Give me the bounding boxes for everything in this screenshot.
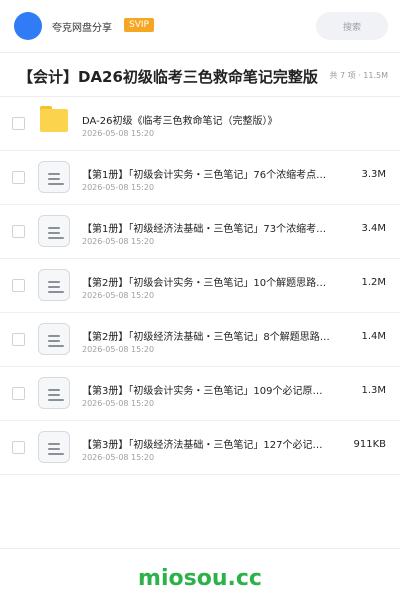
row-checkbox[interactable] [12, 171, 25, 184]
file-name: 【第3册】「初级会计实务・三色笔记」109个必记原… [82, 386, 323, 397]
document-icon [38, 377, 70, 409]
file-date: 2026-05-08 15:20 [82, 237, 155, 246]
row-checkbox[interactable] [12, 279, 25, 292]
list-item[interactable]: 【第1册】「初级会计实务・三色笔记」76个浓缩考点… 2026-05-08 15… [0, 151, 400, 205]
row-checkbox[interactable] [12, 387, 25, 400]
page-title: 【会计】DA26初级临考三色救命笔记完整版 [18, 68, 318, 86]
file-name: 【第1册】「初级经济法基础・三色笔记」73个浓缩考… [82, 224, 327, 235]
file-name: 【第2册】「初级经济法基础・三色笔记」8个解题思路… [82, 332, 330, 343]
folder-meta: 共 7 项 · 11.5M [329, 71, 388, 80]
file-date: 2026-05-08 15:20 [82, 291, 155, 300]
list-item[interactable]: 【第3册】「初级经济法基础・三色笔记」127个必记… 2026-05-08 15… [0, 421, 400, 475]
list-item[interactable]: DA-26初级《临考三色救命笔记（完整版）》 2026-05-08 15:20 [0, 97, 400, 151]
brand-watermark: miosou.cc [138, 566, 262, 591]
file-date: 2026-05-08 15:20 [82, 183, 155, 192]
file-size: 911KB [353, 439, 386, 450]
document-icon [38, 161, 70, 193]
username: 夸克网盘分享 [52, 23, 112, 34]
list-item[interactable]: 【第2册】「初级会计实务・三色笔记」10个解题思路… 2026-05-08 15… [0, 259, 400, 313]
file-date: 2026-05-08 15:20 [82, 129, 155, 138]
list-item[interactable]: 【第3册】「初级会计实务・三色笔记」109个必记原… 2026-05-08 15… [0, 367, 400, 421]
file-size: 3.3M [361, 169, 386, 180]
top-bar: 夸克网盘分享 SVIP 搜索 [0, 0, 400, 52]
folder-icon [40, 106, 68, 132]
row-checkbox[interactable] [12, 117, 25, 130]
row-checkbox[interactable] [12, 441, 25, 454]
avatar[interactable] [14, 12, 42, 40]
file-date: 2026-05-08 15:20 [82, 345, 155, 354]
file-name: DA-26初级《临考三色救命笔记（完整版）》 [82, 116, 278, 127]
document-icon [38, 431, 70, 463]
list-item[interactable]: 【第1册】「初级经济法基础・三色笔记」73个浓缩考… 2026-05-08 15… [0, 205, 400, 259]
row-checkbox[interactable] [12, 333, 25, 346]
file-name: 【第2册】「初级会计实务・三色笔记」10个解题思路… [82, 278, 327, 289]
file-date: 2026-05-08 15:20 [82, 399, 155, 408]
search-input[interactable]: 搜索 [316, 12, 388, 40]
file-name: 【第1册】「初级会计实务・三色笔记」76个浓缩考点… [82, 170, 327, 181]
search-placeholder: 搜索 [342, 23, 361, 33]
file-size: 1.4M [361, 331, 386, 342]
file-date: 2026-05-08 15:20 [82, 453, 155, 462]
file-size: 1.2M [361, 277, 386, 288]
document-icon [38, 269, 70, 301]
vip-badge: SVIP [124, 18, 154, 32]
list-item[interactable]: 【第2册】「初级经济法基础・三色笔记」8个解题思路… 2026-05-08 15… [0, 313, 400, 367]
document-icon [38, 323, 70, 355]
file-size: 1.3M [361, 385, 386, 396]
document-icon [38, 215, 70, 247]
file-size: 3.4M [361, 223, 386, 234]
file-name: 【第3册】「初级经济法基础・三色笔记」127个必记… [82, 440, 323, 451]
row-checkbox[interactable] [12, 225, 25, 238]
folder-title-row: 【会计】DA26初级临考三色救命笔记完整版 共 7 项 · 11.5M [0, 53, 400, 97]
footer-divider [0, 548, 400, 549]
